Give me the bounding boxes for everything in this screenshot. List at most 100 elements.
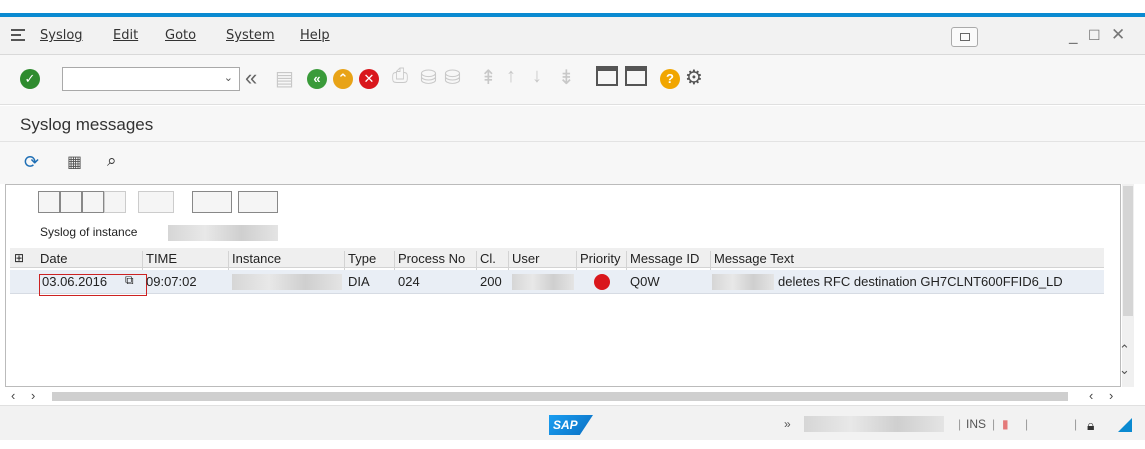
shortcut-icon[interactable] xyxy=(625,66,647,86)
close-icon[interactable]: ✕ xyxy=(1111,25,1125,45)
enter-icon[interactable]: ✓ xyxy=(20,69,40,89)
status-expand-icon[interactable]: » xyxy=(784,417,791,431)
status-system-info-redacted xyxy=(804,416,944,432)
cell-message-text[interactable]: deletes RFC destination GH7CLNT600FFID6_… xyxy=(778,274,1063,289)
col-instance[interactable]: Instance xyxy=(232,251,281,266)
next-page-icon: ↓ xyxy=(532,65,542,87)
exit-icon[interactable]: ⌃ xyxy=(333,69,353,89)
status-separator: | xyxy=(1074,417,1078,431)
settings-icon[interactable]: ⚙ xyxy=(685,65,703,90)
scroll-thumb[interactable] xyxy=(1123,186,1133,316)
scroll-right-icon[interactable]: › xyxy=(1109,388,1113,403)
menu-help[interactable]: Help xyxy=(300,28,330,43)
sum-icon xyxy=(138,191,174,213)
cancel-icon[interactable]: ✕ xyxy=(359,69,379,89)
minimize-icon[interactable]: _ xyxy=(1069,25,1078,45)
cell-message-prefix-redacted xyxy=(712,274,774,290)
scroll-left-icon[interactable]: ‹ xyxy=(1089,388,1093,403)
scroll-up-icon[interactable]: ⌃ xyxy=(1119,342,1130,358)
layout-select-icon[interactable] xyxy=(238,191,278,213)
cell-message-id[interactable]: Q0W xyxy=(630,274,660,289)
find-icon: ⛁ xyxy=(420,67,437,89)
sort-ascending-icon[interactable] xyxy=(38,191,60,213)
status-separator: | xyxy=(1025,417,1029,431)
menu-syslog[interactable]: Syslog xyxy=(40,28,83,43)
layout-menu-button[interactable] xyxy=(951,27,978,47)
layout-settings-icon[interactable]: ▦ xyxy=(67,152,82,172)
column-divider xyxy=(710,251,711,271)
print-icon: ⎙ xyxy=(392,65,408,87)
application-toolbar: ⟳ ▦ ⌕ xyxy=(0,142,1145,184)
scroll-down-icon[interactable]: ⌄ xyxy=(1119,362,1130,378)
column-divider xyxy=(576,251,577,271)
standard-toolbar: ✓ ⌄ « ▤ « ⌃ ✕ ⎙ ⛁ ⛁ ⇞ ↑ ↓ ⇟ ? ⚙ xyxy=(0,55,1145,105)
cell-time[interactable]: 09:07:02 xyxy=(146,274,197,289)
sap-logo: SAP xyxy=(549,415,593,435)
refresh-icon[interactable]: ⟳ xyxy=(24,152,39,173)
scroll-left-icon[interactable]: ‹ xyxy=(11,388,15,403)
cell-date[interactable]: 03.06.2016 xyxy=(42,274,107,289)
export-icon[interactable] xyxy=(192,191,232,213)
save-icon: ▤ xyxy=(275,68,294,90)
scroll-track[interactable] xyxy=(52,392,1068,401)
history-back-icon[interactable]: « xyxy=(245,65,257,91)
status-bar: SAP » | INS | ▮ | | 🔒︎ xyxy=(0,405,1145,440)
priority-red-icon xyxy=(594,274,610,290)
col-time[interactable]: TIME xyxy=(146,251,177,266)
status-mode: INS xyxy=(966,417,987,431)
details-icon[interactable]: ⌕ xyxy=(107,151,117,171)
cell-process-no[interactable]: 024 xyxy=(398,274,420,289)
menu-system[interactable]: System xyxy=(226,28,274,43)
grid-header-text: Syslog of instance xyxy=(40,225,138,239)
col-priority[interactable]: Priority xyxy=(580,251,620,266)
col-type[interactable]: Type xyxy=(348,251,376,266)
column-divider xyxy=(626,251,627,271)
cell-user-redacted xyxy=(512,274,574,290)
back-icon[interactable]: « xyxy=(307,69,327,89)
chevron-down-icon[interactable]: ⌄ xyxy=(224,71,233,84)
horizontal-scrollbar[interactable]: ‹ › ‹ › xyxy=(5,388,1135,404)
column-divider xyxy=(228,251,229,271)
scroll-right-icon[interactable]: › xyxy=(31,388,35,403)
help-icon[interactable]: ? xyxy=(660,69,680,89)
column-header-row: ⊞ Date TIME Instance Type Process No Cl.… xyxy=(10,248,1104,271)
layout-icon xyxy=(960,33,970,41)
command-field[interactable]: ⌄ xyxy=(62,67,240,91)
page-title: Syslog messages xyxy=(20,115,154,134)
cell-type[interactable]: DIA xyxy=(348,274,370,289)
find-icon[interactable] xyxy=(82,191,104,213)
column-divider xyxy=(508,251,509,271)
menu-edit[interactable]: Edit xyxy=(113,28,138,43)
menu-bar: Syslog Edit Goto System Help _ ☐ ✕ xyxy=(0,17,1145,55)
table-row[interactable]: 03.06.2016 ⧉ 09:07:02 DIA 024 200 Q0W de… xyxy=(10,270,1104,296)
first-page-icon: ⇞ xyxy=(480,67,497,89)
column-divider xyxy=(394,251,395,271)
status-separator: | xyxy=(992,417,996,431)
col-client[interactable]: Cl. xyxy=(480,251,496,266)
create-session-icon[interactable] xyxy=(596,66,618,86)
value-help-icon[interactable]: ⧉ xyxy=(125,273,134,288)
lock-icon[interactable]: 🔒︎ xyxy=(1087,417,1094,434)
col-message-id[interactable]: Message ID xyxy=(630,251,699,266)
status-corner-icon xyxy=(1118,418,1132,432)
menu-icon[interactable] xyxy=(11,29,25,41)
maximize-icon[interactable]: ☐ xyxy=(1088,28,1101,44)
find-next-icon xyxy=(104,191,126,213)
status-connection-icon: ▮ xyxy=(1002,417,1009,431)
filter-icon[interactable] xyxy=(60,191,82,213)
col-process-no[interactable]: Process No xyxy=(398,251,465,266)
redacted-instance xyxy=(168,225,278,241)
column-divider xyxy=(476,251,477,271)
title-bar: Syslog messages xyxy=(0,106,1145,142)
column-divider xyxy=(344,251,345,271)
column-divider xyxy=(142,251,143,271)
col-message-text[interactable]: Message Text xyxy=(714,251,794,266)
col-date[interactable]: Date xyxy=(40,251,67,266)
last-page-icon: ⇟ xyxy=(558,67,575,89)
row-select-icon[interactable]: ⊞ xyxy=(14,251,24,265)
cell-instance-redacted xyxy=(232,274,342,290)
menu-goto[interactable]: Goto xyxy=(165,28,196,43)
cell-client[interactable]: 200 xyxy=(480,274,502,289)
col-user[interactable]: User xyxy=(512,251,539,266)
status-separator: | xyxy=(958,417,962,431)
